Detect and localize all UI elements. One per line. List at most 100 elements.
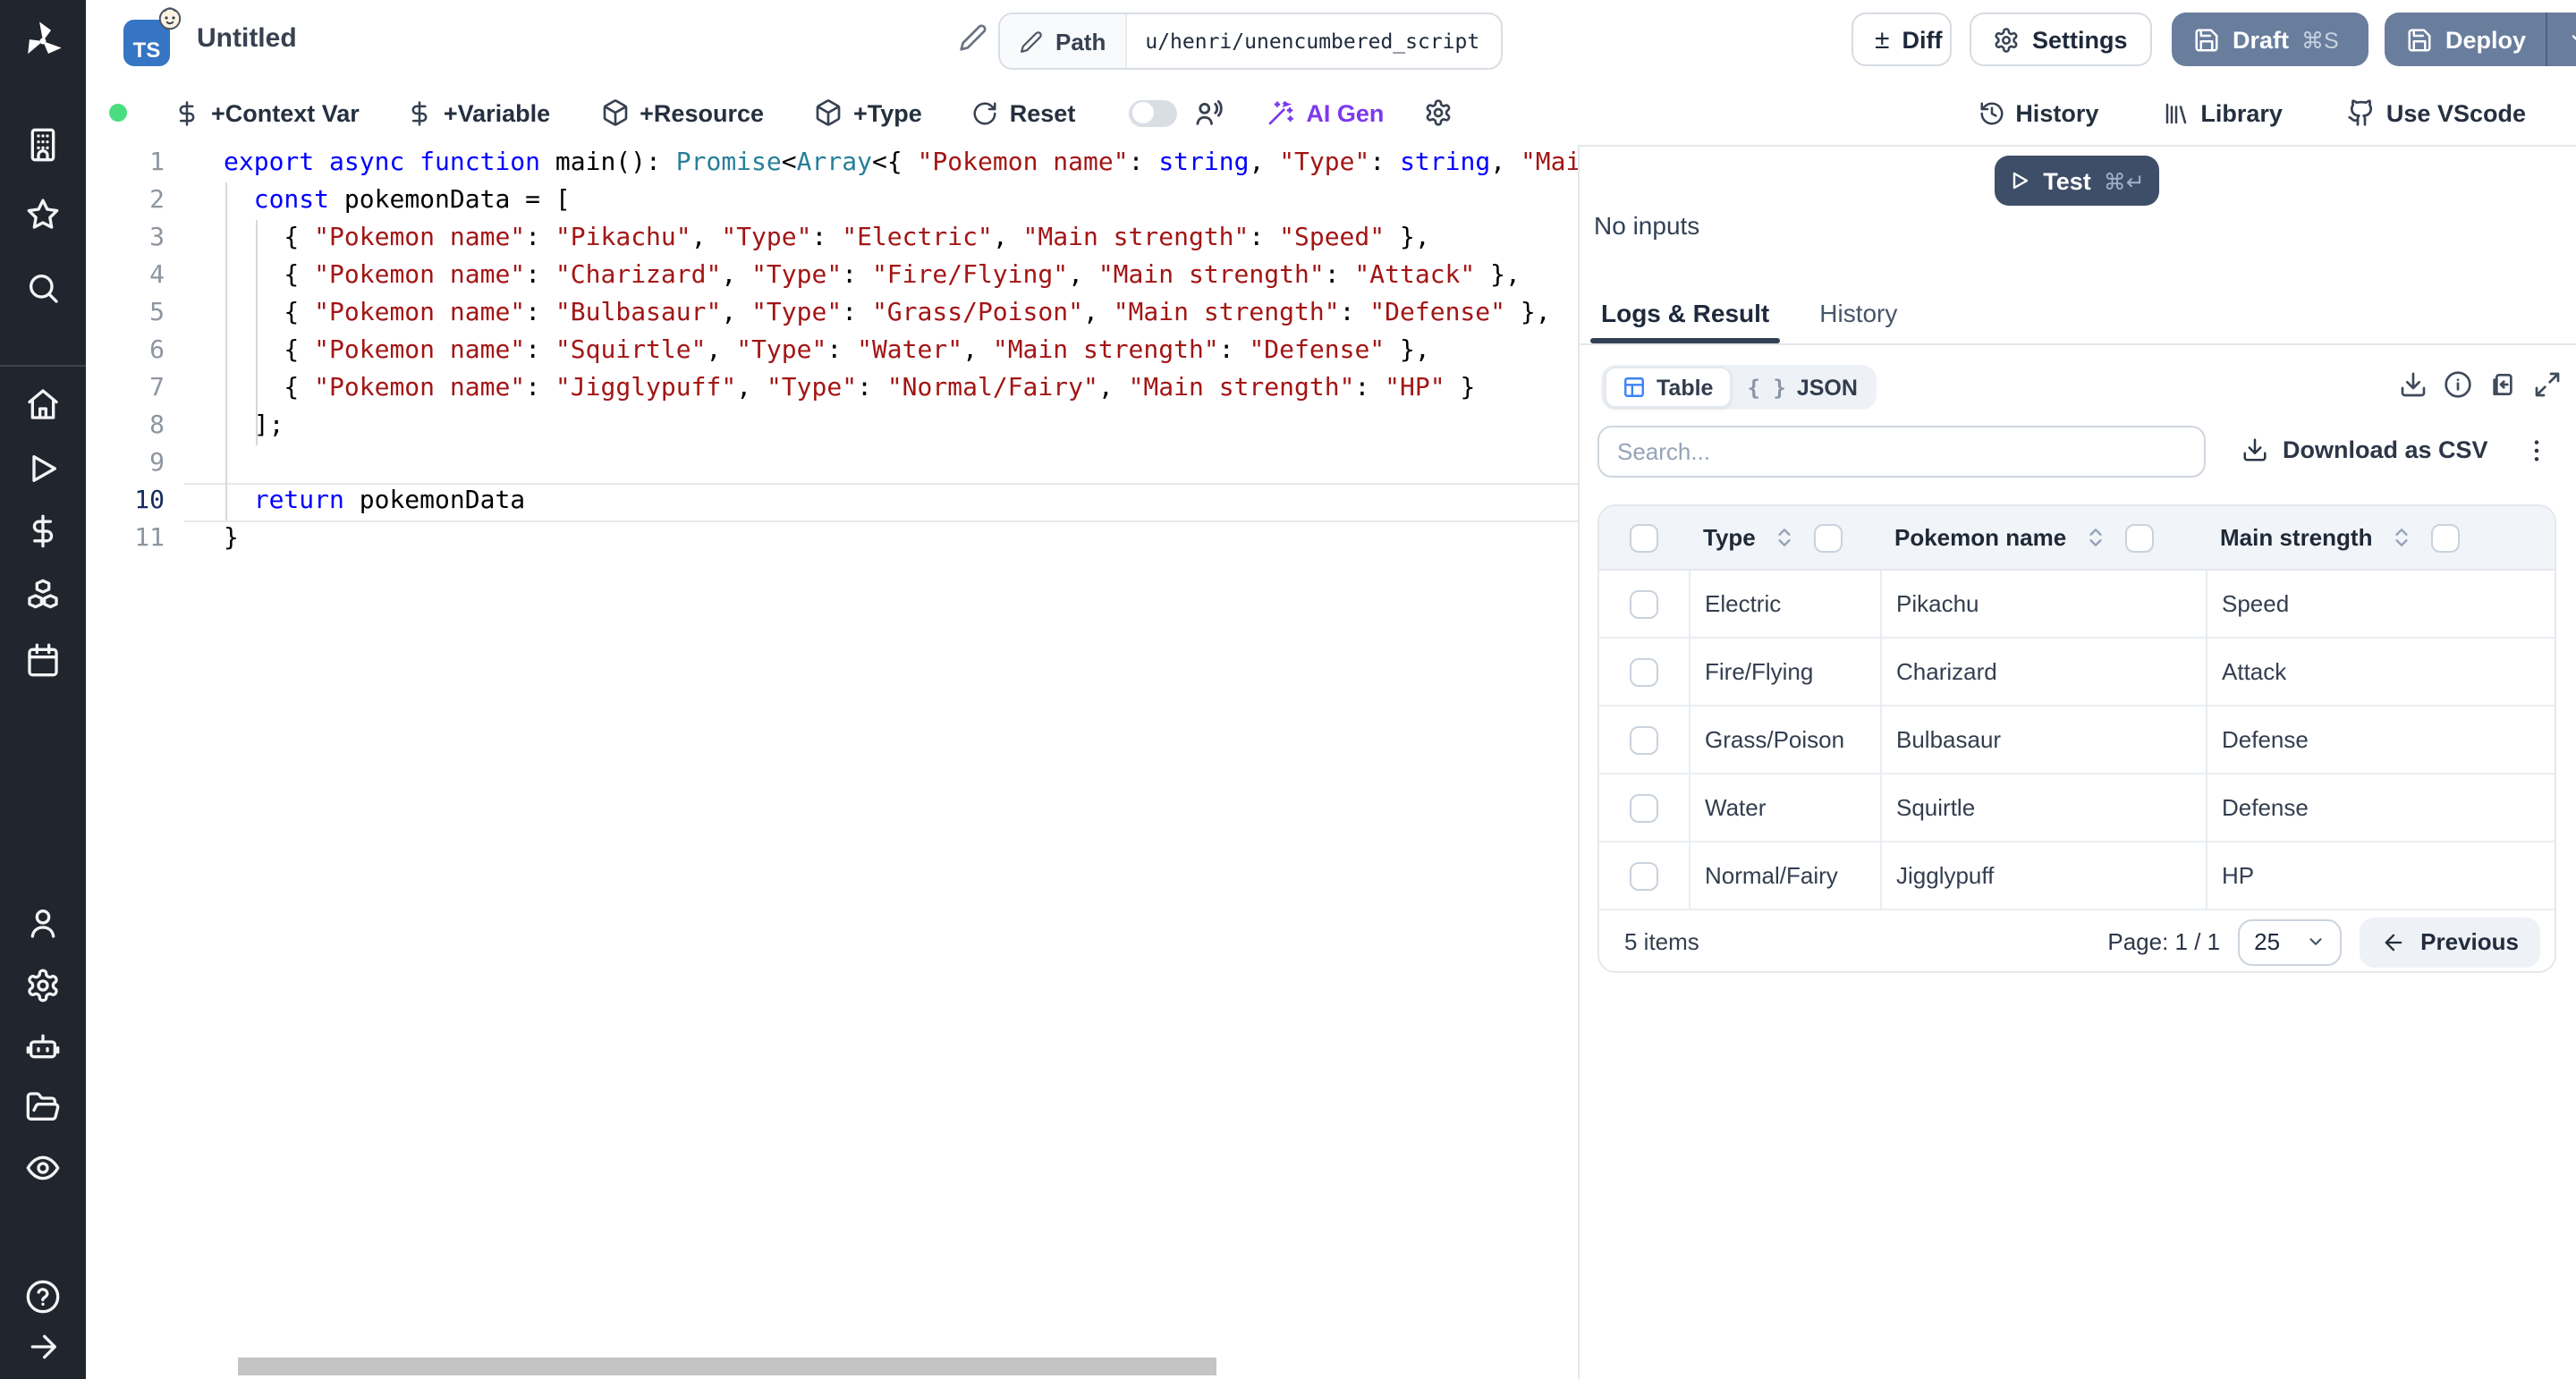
- settings-icon[interactable]: [25, 968, 61, 1003]
- table-row: Fire/FlyingCharizardAttack: [1599, 639, 2555, 706]
- code-line: return pokemonData: [224, 483, 1578, 520]
- settings-button[interactable]: Settings: [1970, 13, 2152, 66]
- draft-button[interactable]: Draft ⌘S: [2172, 13, 2368, 66]
- folder-open-icon[interactable]: [25, 1089, 61, 1125]
- view-toggle-json[interactable]: { } JSON: [1731, 368, 1873, 406]
- row-checkbox[interactable]: [1630, 861, 1658, 890]
- row-checkbox[interactable]: [1630, 657, 1658, 686]
- column-checkbox[interactable]: [2431, 523, 2460, 552]
- page-size-select[interactable]: 25: [2238, 918, 2342, 965]
- bot-icon[interactable]: [25, 1028, 61, 1064]
- add-variable-button[interactable]: +Variable: [406, 99, 550, 126]
- history-button[interactable]: History: [1978, 99, 2098, 126]
- code-line: { "Pokemon name": "Jigglypuff", "Type": …: [224, 370, 1578, 408]
- column-checkbox[interactable]: [1815, 523, 1843, 552]
- code-editor[interactable]: 1234567891011 export async function main…: [86, 145, 1578, 1379]
- row-checkbox[interactable]: [1630, 793, 1658, 822]
- tab-logs-result[interactable]: Logs & Result: [1601, 299, 1769, 343]
- test-button[interactable]: Test ⌘↵: [1995, 156, 2159, 206]
- play-icon: [2009, 170, 2030, 191]
- column-checkbox[interactable]: [2125, 523, 2154, 552]
- line-number: 10: [86, 483, 165, 520]
- page-title: Untitled: [197, 23, 297, 54]
- use-vscode-button[interactable]: Use VScode: [2347, 98, 2526, 127]
- package-icon: [814, 98, 843, 127]
- boxes-icon[interactable]: [25, 578, 61, 613]
- search-input[interactable]: [1599, 427, 2204, 476]
- library-button[interactable]: Library: [2163, 99, 2283, 126]
- dollar-icon: [406, 99, 433, 126]
- dollar-icon: [174, 99, 200, 126]
- download-csv-button[interactable]: Download as CSV: [2241, 436, 2488, 463]
- page-info: Page: 1 / 1: [2107, 928, 2220, 955]
- wand-sparkles-icon: [1267, 98, 1295, 127]
- kebab-menu-icon[interactable]: [2522, 436, 2551, 465]
- download-icon: [2241, 436, 2268, 463]
- horizontal-scrollbar[interactable]: [238, 1358, 1216, 1375]
- eye-icon[interactable]: [25, 1150, 61, 1186]
- info-icon[interactable]: [2444, 370, 2472, 399]
- line-number: 6: [86, 333, 165, 370]
- download-icon[interactable]: [2399, 370, 2428, 399]
- diff-button[interactable]: ± Diff: [1852, 13, 1952, 66]
- sort-icon[interactable]: [2390, 526, 2413, 549]
- draft-shortcut: ⌘S: [2301, 26, 2339, 53]
- sort-icon[interactable]: [2084, 526, 2107, 549]
- row-checkbox[interactable]: [1630, 725, 1658, 754]
- home-icon[interactable]: [25, 386, 61, 422]
- tab-history[interactable]: History: [1819, 299, 1897, 343]
- collaborators-icon: [1193, 97, 1224, 128]
- table-cell: Jigglypuff: [1880, 842, 2206, 909]
- editor-toolbar: +Context Var +Variable +Resource +Type R…: [86, 80, 2576, 147]
- code-line: }: [224, 520, 1578, 558]
- select-all-checkbox[interactable]: [1630, 523, 1658, 552]
- table-cell: Speed: [2206, 571, 2555, 637]
- table-cell: Attack: [2206, 639, 2555, 705]
- editor-settings-gear-icon[interactable]: [1423, 98, 1452, 127]
- ai-gen-button[interactable]: AI Gen: [1267, 98, 1384, 127]
- add-resource-button[interactable]: +Resource: [600, 98, 764, 127]
- code-line: [224, 445, 1578, 483]
- multiplayer-toggle[interactable]: [1129, 99, 1177, 126]
- line-number: 4: [86, 258, 165, 295]
- user-icon[interactable]: [25, 905, 61, 941]
- table-footer: 5 items Page: 1 / 1 25 Previous: [1599, 910, 2555, 973]
- history-icon: [1978, 99, 2004, 126]
- path-field[interactable]: Path u/henri/unencumbered_script: [998, 13, 1503, 70]
- view-toggle: Table { } JSON: [1601, 365, 1877, 410]
- view-toggle-table[interactable]: Table: [1605, 367, 1731, 408]
- braces-icon: { }: [1747, 375, 1785, 400]
- building-icon[interactable]: [25, 127, 61, 163]
- sort-icon[interactable]: [1774, 526, 1797, 549]
- line-number: 2: [86, 182, 165, 220]
- windmill-logo[interactable]: [20, 18, 66, 64]
- arrow-left-icon: [2381, 929, 2406, 954]
- chevron-down-icon[interactable]: [2567, 27, 2576, 52]
- help-icon[interactable]: [25, 1279, 61, 1315]
- dollar-icon[interactable]: [25, 513, 61, 549]
- table-cell: Defense: [2206, 706, 2555, 773]
- calendar-icon[interactable]: [25, 642, 61, 678]
- add-context-var-button[interactable]: +Context Var: [174, 99, 360, 126]
- edit-pencil-icon[interactable]: [959, 23, 987, 52]
- status-dot: [109, 104, 127, 122]
- table-cell: Defense: [2206, 774, 2555, 841]
- add-type-button[interactable]: +Type: [814, 98, 922, 127]
- clipboard-copy-icon[interactable]: [2488, 370, 2517, 399]
- search-icon[interactable]: [25, 270, 61, 306]
- row-checkbox[interactable]: [1630, 589, 1658, 618]
- table-header: Type Pokemon name Main strength: [1599, 506, 2555, 571]
- play-icon[interactable]: [25, 451, 61, 486]
- previous-page-button[interactable]: Previous: [2360, 917, 2540, 967]
- items-count: 5 items: [1624, 928, 1699, 955]
- reset-button[interactable]: Reset: [972, 99, 1076, 126]
- result-tabs: Logs & Result History: [1578, 286, 2576, 345]
- arrow-right-icon[interactable]: [25, 1329, 61, 1365]
- deploy-button[interactable]: Deploy: [2385, 13, 2576, 66]
- star-icon[interactable]: [25, 197, 61, 233]
- expand-icon[interactable]: [2533, 370, 2562, 399]
- table-cell: Water: [1689, 774, 1880, 841]
- line-number: 8: [86, 408, 165, 445]
- library-icon: [2163, 99, 2190, 126]
- code-line: export async function main(): Promise<Ar…: [224, 145, 1578, 182]
